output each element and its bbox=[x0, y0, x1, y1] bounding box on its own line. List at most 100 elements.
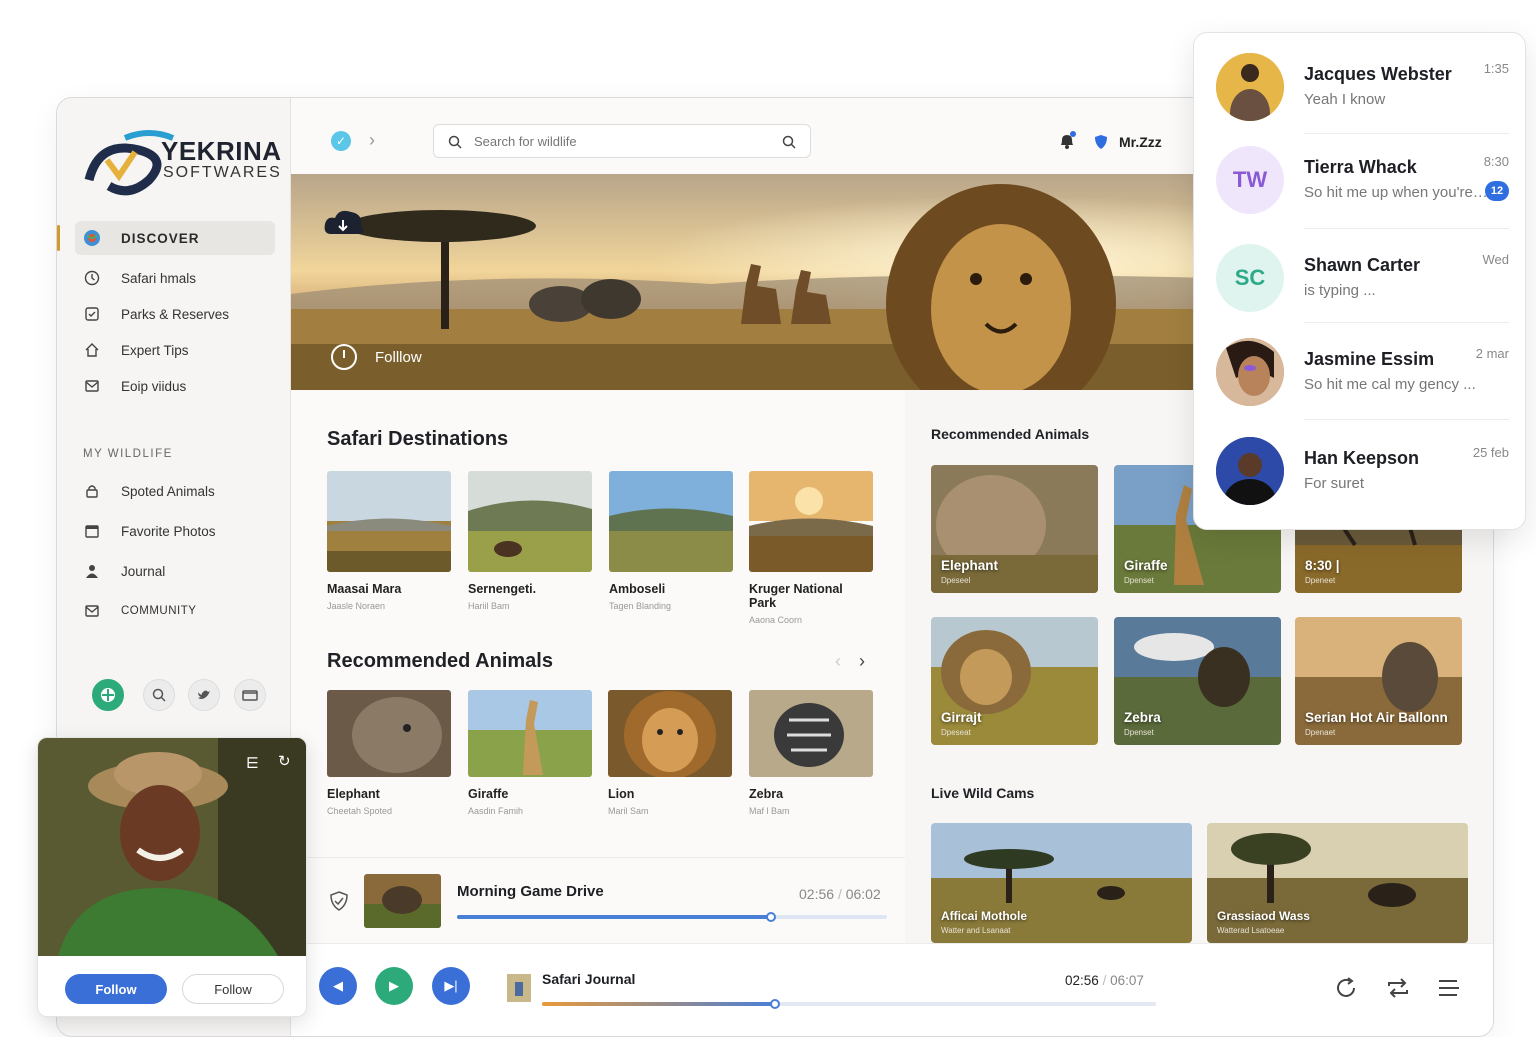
animal-title: Elephant bbox=[327, 787, 380, 801]
mini-player-total: 06:02 bbox=[845, 886, 881, 902]
previous-button[interactable]: ◀ bbox=[319, 967, 357, 1005]
video-feed bbox=[38, 738, 306, 956]
cloud-download-icon[interactable] bbox=[323, 206, 367, 240]
chat-name: Tierra Whack bbox=[1304, 157, 1417, 177]
animal-card[interactable]: Elephant Cheetah Spoted bbox=[327, 690, 451, 816]
sidebar-item-videos[interactable]: Eoip viidus bbox=[75, 369, 275, 403]
queue-icon[interactable] bbox=[1437, 978, 1461, 998]
tile-sub: Dpenset bbox=[1124, 728, 1154, 737]
sidebar-item-safari[interactable]: Safari hmals bbox=[75, 261, 275, 295]
twitter-button[interactable] bbox=[188, 679, 220, 711]
sidebar-item-parks[interactable]: Parks & Reserves bbox=[75, 297, 275, 331]
player-progress[interactable] bbox=[542, 999, 1156, 1009]
folder-button[interactable] bbox=[234, 679, 266, 711]
sidebar-item-label: DISCOVER bbox=[121, 230, 200, 246]
recommended-tile[interactable]: Zebra Dpenset bbox=[1114, 617, 1281, 745]
journal-thumbnail bbox=[507, 974, 531, 1002]
sidebar-item-label: Safari hmals bbox=[121, 270, 197, 286]
chat-item[interactable]: Jasmine Essim So hit me cal my gency ...… bbox=[1194, 318, 1527, 413]
play-button[interactable]: ▶ bbox=[375, 967, 413, 1005]
destination-card[interactable]: Kruger National Park Aaona Coorn bbox=[749, 471, 873, 625]
player-progress-knob[interactable] bbox=[770, 999, 781, 1009]
follow-primary-button[interactable]: Follow bbox=[65, 974, 167, 1004]
cam-label: Grassiaod Wass bbox=[1217, 909, 1310, 923]
destination-card[interactable]: Amboseli Tagen Blanding bbox=[609, 471, 733, 611]
animal-card[interactable]: Lion Maril Sam bbox=[608, 690, 732, 816]
chevron-left-icon[interactable]: ‹ bbox=[835, 651, 841, 672]
notification-button[interactable] bbox=[1057, 131, 1077, 156]
chevron-right-icon[interactable]: › bbox=[859, 651, 865, 672]
chat-message: So hit me up when you're free bbox=[1304, 184, 1489, 201]
animal-sub: Maril Sam bbox=[608, 806, 649, 816]
chat-time: 2 mar bbox=[1475, 346, 1509, 361]
home-icon bbox=[83, 341, 101, 359]
follow-secondary-button[interactable]: Follow bbox=[182, 974, 284, 1004]
hero-follow-button[interactable]: Folllow bbox=[331, 344, 422, 370]
destination-sub: Tagen Blanding bbox=[609, 601, 672, 611]
animal-image bbox=[608, 690, 732, 777]
sidebar-item-spotted[interactable]: Spoted Animals bbox=[75, 474, 275, 508]
chevron-right-icon[interactable]: › bbox=[369, 130, 375, 151]
user-name[interactable]: Mr.Zzz bbox=[1119, 134, 1162, 150]
animal-title: Lion bbox=[608, 787, 635, 801]
destination-image bbox=[468, 471, 592, 572]
destination-title: Amboseli bbox=[609, 582, 666, 596]
sidebar-item-journal[interactable]: Journal bbox=[75, 554, 275, 588]
user-icon bbox=[83, 562, 101, 580]
live-cam-tile[interactable]: Afficai Mothole Watter and Lsanaat bbox=[931, 823, 1192, 943]
refresh-icon[interactable] bbox=[1334, 976, 1358, 1000]
destination-image bbox=[749, 471, 873, 572]
destination-card[interactable]: Maasai Mara Jaasle Noraen bbox=[327, 471, 451, 611]
destination-sub: Jaasle Noraen bbox=[327, 601, 386, 611]
search-bar[interactable] bbox=[433, 124, 811, 158]
bottom-player: ◀ ▶ ▶| Safari Journal 02:56 / 06:07 bbox=[291, 943, 1493, 1036]
play-icon: ▶ bbox=[389, 978, 399, 993]
live-cam-tile[interactable]: Grassiaod Wass Watterad Lsatoeae bbox=[1207, 823, 1468, 943]
chat-time: 25 feb bbox=[1472, 445, 1509, 460]
recommended-tile[interactable]: Girrajt Dpeseat bbox=[931, 617, 1098, 745]
repeat-icon[interactable] bbox=[1385, 976, 1411, 1000]
chat-panel: Jacques Webster Yeah I know 1:35 TW Tier… bbox=[1193, 32, 1526, 530]
next-icon: ▶| bbox=[444, 978, 458, 993]
sidebar-item-tips[interactable]: Expert Tips bbox=[75, 333, 275, 367]
shield-icon bbox=[1095, 135, 1107, 149]
sidebar-item-label: Parks & Reserves bbox=[121, 306, 230, 322]
search-button[interactable] bbox=[143, 679, 175, 711]
avatar bbox=[1216, 437, 1284, 505]
chat-item[interactable]: SC Shawn Carter is typing ... Wed bbox=[1194, 224, 1527, 319]
sidebar-item-label: Journal bbox=[121, 563, 166, 579]
unread-badge: 12 bbox=[1485, 181, 1509, 201]
animal-sub: Cheetah Spoted bbox=[327, 806, 393, 816]
chat-item[interactable]: Han Keepson For suret 25 feb bbox=[1194, 417, 1527, 512]
destination-image bbox=[327, 471, 451, 572]
chat-item[interactable]: TW Tierra Whack So hit me up when you're… bbox=[1194, 126, 1527, 221]
sidebar-item-community[interactable]: COMMUNITY bbox=[75, 594, 275, 628]
next-button[interactable]: ▶| bbox=[432, 967, 470, 1005]
sidebar-item-favorites[interactable]: Favorite Photos bbox=[75, 514, 275, 548]
chat-message: is typing ... bbox=[1304, 282, 1376, 299]
recommended-tile[interactable]: Elephant Dpeseel bbox=[931, 465, 1098, 593]
animal-card[interactable]: Zebra Maf l Bam bbox=[749, 690, 873, 816]
tile-label: Giraffe bbox=[1124, 558, 1168, 573]
sidebar-item-label: COMMUNITY bbox=[121, 605, 197, 617]
search-input[interactable] bbox=[474, 133, 764, 149]
destination-sub: Hariil Bam bbox=[468, 601, 510, 611]
chat-item[interactable]: Jacques Webster Yeah I know 1:35 bbox=[1194, 33, 1527, 128]
search-submit-icon[interactable] bbox=[782, 135, 796, 149]
tile-label: 8:30 | bbox=[1305, 558, 1340, 573]
sidebar-item-discover[interactable]: DISCOVER bbox=[57, 221, 275, 255]
cam-label: Afficai Mothole bbox=[941, 909, 1027, 923]
switch-camera-icon[interactable]: ↻ bbox=[278, 752, 291, 770]
sidebar-item-label: Favorite Photos bbox=[121, 523, 216, 539]
mini-player-progress[interactable] bbox=[457, 912, 887, 922]
chat-message: So hit me cal my gency ... bbox=[1304, 376, 1476, 393]
mini-player-progress-fill bbox=[457, 915, 771, 919]
mini-player-progress-knob[interactable] bbox=[765, 912, 776, 922]
destination-card[interactable]: Sernengeti. Hariil Bam bbox=[468, 471, 592, 611]
animal-card[interactable]: Giraffe Aasdin Famih bbox=[468, 690, 592, 816]
tile-sub: Dpenset bbox=[1124, 576, 1154, 585]
apps-button[interactable] bbox=[92, 679, 124, 711]
menu-icon[interactable]: ⋿ bbox=[246, 754, 259, 772]
sidebar-item-label: Expert Tips bbox=[121, 342, 189, 358]
recommended-tile[interactable]: Serian Hot Air Ballonn Dpenaet bbox=[1295, 617, 1462, 745]
